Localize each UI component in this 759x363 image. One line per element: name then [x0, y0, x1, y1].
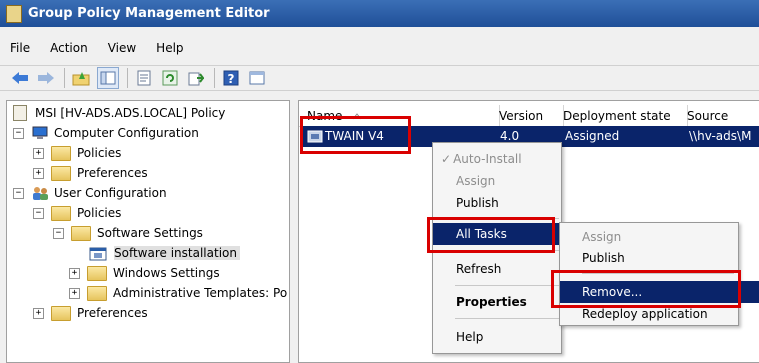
sort-ascending-icon [353, 113, 362, 120]
column-header-version[interactable]: Version [491, 105, 564, 127]
submenu-item-remove[interactable]: Remove... [560, 281, 759, 303]
column-header-name[interactable]: Name [299, 105, 500, 127]
tree-item-label: Preferences [77, 306, 148, 320]
tree-item-label: Software installation [114, 246, 240, 260]
toolbar-separator [214, 68, 215, 88]
all-tasks-submenu: Assign Publish Remove... Redeploy applic… [559, 222, 759, 326]
software-installation-icon [89, 247, 107, 261]
tree-item-label: Preferences [77, 166, 148, 180]
tree-item-software-installation[interactable]: Software installation [89, 243, 240, 263]
submenu-item-assign[interactable]: Assign [560, 226, 759, 248]
menu-bar: File Action View Help [0, 38, 759, 58]
folder-icon [87, 285, 107, 301]
menu-separator [455, 285, 559, 286]
expand-toggle[interactable]: + [33, 147, 44, 159]
tree-item-user-configuration[interactable]: − User Configuration [13, 183, 167, 203]
computer-icon [32, 126, 48, 139]
menu-help[interactable]: Help [156, 41, 183, 55]
show-hide-tree-icon[interactable] [97, 67, 119, 89]
tree-item-label: Policies [77, 206, 122, 220]
tree-item-uc-policies[interactable]: − Policies [33, 203, 121, 223]
collapse-toggle[interactable]: − [33, 207, 44, 219]
console-tree-pane[interactable]: MSI [HV-ADS.ADS.LOCAL] Policy − Computer… [6, 100, 290, 363]
tree-item-label: MSI [HV-ADS.ADS.LOCAL] Policy [35, 106, 226, 120]
tree-item-uc-preferences[interactable]: + Preferences [33, 303, 148, 323]
tree-item-label: Policies [77, 146, 122, 160]
collapse-toggle[interactable]: − [13, 127, 24, 139]
tree-item-policy-root[interactable]: MSI [HV-ADS.ADS.LOCAL] Policy [13, 103, 225, 123]
menu-item-help[interactable]: Help [433, 326, 584, 348]
users-icon [33, 187, 48, 200]
menu-item-assign[interactable]: Assign [433, 170, 584, 192]
package-icon [307, 130, 323, 143]
expand-toggle[interactable]: + [33, 307, 44, 319]
collapse-toggle[interactable]: − [13, 187, 24, 199]
folder-icon [51, 205, 71, 221]
tree-item-label: User Configuration [54, 186, 167, 200]
menu-item-publish[interactable]: Publish [433, 192, 584, 214]
tree-item-label: Windows Settings [113, 266, 220, 280]
help-icon[interactable]: ? [221, 68, 241, 88]
checkmark-icon: ✓ [441, 152, 452, 166]
console-icon[interactable] [247, 68, 267, 88]
list-header: Name Version Deployment state Source [299, 105, 759, 127]
menu-action[interactable]: Action [50, 41, 88, 55]
tree-item-label: Software Settings [97, 226, 203, 240]
row-deployment-state: Assigned [565, 129, 620, 143]
toolbar-separator [127, 68, 128, 88]
menu-item-auto-install[interactable]: ✓ Auto-Install [433, 148, 569, 170]
expand-toggle[interactable]: + [33, 167, 44, 179]
menu-separator [455, 218, 559, 219]
context-menu: ✓ Auto-Install Assign Publish All Tasks … [432, 142, 584, 354]
expand-toggle[interactable]: + [69, 267, 80, 279]
collapse-toggle[interactable]: − [53, 227, 64, 239]
submenu-item-publish[interactable]: Publish [560, 247, 759, 269]
folder-icon [51, 145, 71, 161]
tree-item-windows-settings[interactable]: + Windows Settings [69, 263, 220, 283]
tree-item-software-settings[interactable]: − Software Settings [53, 223, 203, 243]
up-folder-icon[interactable] [71, 68, 91, 88]
column-header-source[interactable]: Source [679, 105, 759, 127]
menu-file[interactable]: File [10, 41, 30, 55]
refresh-icon[interactable] [160, 68, 180, 88]
row-version: 4.0 [500, 129, 520, 143]
toolbar: ? [0, 65, 759, 91]
svg-text:?: ? [228, 72, 235, 86]
folder-icon [87, 265, 107, 281]
export-list-icon[interactable] [186, 68, 206, 88]
policy-scroll-icon [13, 105, 27, 121]
folder-icon [51, 165, 71, 181]
menu-separator [455, 318, 559, 319]
forward-arrow-icon[interactable] [36, 68, 56, 88]
properties-icon[interactable] [134, 68, 154, 88]
tree-item-computer-configuration[interactable]: − Computer Configuration [13, 123, 199, 143]
row-source: \\hv-ads\M [689, 129, 752, 143]
tree-item-label: Administrative Templates: Po [113, 286, 288, 300]
tree-item-cc-policies[interactable]: + Policies [33, 143, 121, 163]
menu-view[interactable]: View [108, 41, 136, 55]
gpme-app-icon [6, 4, 22, 23]
title-bar: Group Policy Management Editor [0, 0, 759, 27]
back-arrow-icon[interactable] [10, 68, 30, 88]
folder-icon [71, 225, 91, 241]
submenu-item-redeploy-application[interactable]: Redeploy application [560, 303, 759, 325]
row-name: TWAIN V4 [325, 129, 384, 143]
expand-toggle[interactable]: + [69, 287, 80, 299]
tree-item-administrative-templates[interactable]: + Administrative Templates: Po [69, 283, 287, 303]
menu-separator [582, 273, 734, 274]
column-header-deployment-state[interactable]: Deployment state [555, 105, 688, 127]
menu-separator [455, 250, 559, 251]
tree-item-cc-preferences[interactable]: + Preferences [33, 163, 148, 183]
folder-icon [51, 305, 71, 321]
toolbar-separator [64, 68, 65, 88]
window-title: Group Policy Management Editor [28, 6, 270, 21]
tree-item-label: Computer Configuration [54, 126, 199, 140]
